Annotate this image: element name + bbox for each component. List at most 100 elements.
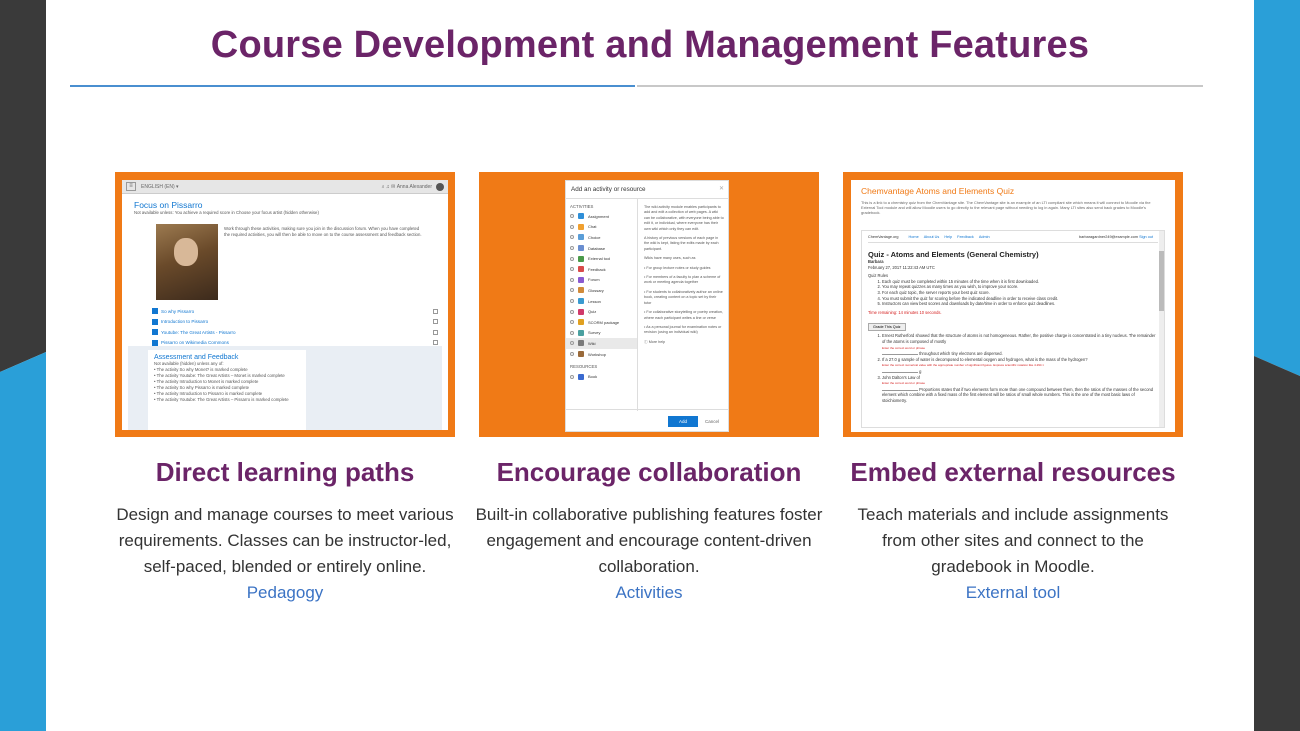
description-paragraph: • For collaborative storytelling or poet… (644, 310, 723, 320)
activity-icon (578, 298, 584, 305)
radio-icon[interactable] (570, 277, 574, 282)
modal-footer: Add Cancel (566, 409, 728, 431)
activities-link[interactable]: Activities (479, 580, 819, 606)
nav-item[interactable]: About Us (924, 235, 940, 239)
description-paragraph: Wikis have many uses, such as (644, 256, 696, 261)
activity-option[interactable]: External tool (566, 253, 637, 264)
course-section-card: Focus on Pissarro Not available unless: … (128, 196, 442, 346)
answer-input[interactable] (882, 369, 918, 373)
radio-icon[interactable] (570, 224, 574, 229)
external-tool-link[interactable]: External tool (843, 580, 1183, 606)
search-icon[interactable]: ⌕ (382, 184, 385, 190)
activity-link[interactable]: Youtube: The Great Artists - Pissarro (152, 327, 438, 338)
activity-option[interactable]: Glossary (566, 285, 637, 296)
quiz-question: If a 27.0 g sample of water is decompose… (882, 357, 1158, 375)
resources-section-label: RESOURCES (570, 364, 598, 370)
grade-quiz-button[interactable]: Grade This Quiz (868, 323, 906, 332)
cancel-button[interactable]: Cancel (700, 416, 724, 427)
answer-input[interactable] (882, 387, 918, 391)
activity-option[interactable]: Forum (566, 275, 637, 286)
activity-link[interactable]: Introduction to Pissarro (152, 317, 438, 328)
modal-header: Add an activity or resource ✕ (566, 181, 728, 199)
scrollbar-thumb[interactable] (1159, 251, 1164, 311)
activity-option[interactable]: Assignment (566, 211, 637, 222)
activity-option[interactable]: Workshop (566, 349, 637, 360)
radio-icon[interactable] (570, 214, 574, 219)
activity-option[interactable]: Feedback (566, 264, 637, 275)
radio-icon[interactable] (570, 256, 574, 261)
radio-icon[interactable] (570, 330, 574, 335)
activity-option-label: Lesson (588, 298, 601, 304)
activity-option-label: Assignment (588, 213, 609, 219)
radio-icon[interactable] (570, 299, 574, 304)
question-text: If a 27.0 g sample of water is decompose… (882, 356, 1088, 362)
description-paragraph: • As a personal journal for examination … (644, 324, 722, 335)
radio-icon[interactable] (570, 309, 574, 314)
activity-option-label: Forum (588, 277, 600, 283)
activity-link[interactable]: Pissarro on Wikimedia Commons (152, 338, 438, 349)
quiz-site-brand[interactable]: ChemVantage.org (868, 235, 899, 239)
activity-icon (578, 255, 584, 262)
radio-icon[interactable] (570, 352, 574, 357)
radio-icon[interactable] (570, 320, 574, 325)
message-icon[interactable]: ✉ (391, 184, 395, 190)
completion-checkbox[interactable] (433, 319, 438, 325)
activity-option[interactable]: Chat (566, 222, 637, 233)
user-name[interactable]: Anna Alexander (397, 184, 432, 190)
completion-checkbox[interactable] (433, 308, 438, 314)
activity-icon (578, 329, 584, 336)
activity-option[interactable]: Choice (566, 232, 637, 243)
course-section-title[interactable]: Focus on Pissarro (134, 200, 436, 210)
radio-icon[interactable] (570, 374, 574, 379)
sign-out-link[interactable]: Sign out (1139, 235, 1153, 239)
activity-option[interactable]: Database (566, 243, 637, 254)
close-icon[interactable]: ✕ (719, 185, 724, 192)
collaboration-screenshot: Add an activity or resource ✕ ACTIVITIES… (479, 172, 819, 437)
activity-option-label: Feedback (588, 266, 606, 272)
pedagogy-link[interactable]: Pedagogy (115, 580, 455, 606)
answer-input[interactable] (882, 351, 918, 356)
nav-item[interactable]: Home (909, 235, 919, 239)
nav-item[interactable]: Admin (979, 235, 990, 239)
radio-icon[interactable] (570, 246, 574, 251)
radio-icon[interactable] (570, 341, 574, 346)
activity-option[interactable]: Wiki (566, 338, 637, 349)
quiz-navbar: ChemVantage.org Home About Us Help Feedb… (868, 235, 1158, 243)
completion-checkbox[interactable] (433, 329, 438, 335)
notification-icon[interactable]: ♫ (386, 184, 390, 190)
radio-icon[interactable] (570, 288, 574, 293)
radio-icon[interactable] (570, 267, 574, 272)
activity-option[interactable]: Lesson (566, 296, 637, 307)
user-email: barbaragardner249@example.com (1079, 235, 1138, 239)
nav-item[interactable]: Feedback (957, 235, 974, 239)
modal-title: Add an activity or resource (571, 186, 646, 193)
portrait-face (174, 238, 198, 266)
radio-icon[interactable] (570, 235, 574, 240)
page-title: Course Development and Management Featur… (210, 24, 1090, 66)
add-button[interactable]: Add (668, 416, 698, 427)
activity-option[interactable]: Quiz (566, 306, 637, 317)
question-text: John Dalton's Law of (882, 374, 920, 380)
scrollbar[interactable] (1159, 231, 1164, 427)
activity-option-label: Wiki (588, 340, 596, 346)
feature-external-resources: Chemvantage Atoms and Elements Quiz This… (843, 172, 1183, 606)
activity-option[interactable]: Survey (566, 328, 637, 339)
question-hint: Enter the correct word or phrase (882, 381, 926, 386)
activity-option[interactable]: SCORM package (566, 317, 637, 328)
resource-option[interactable]: Book (566, 371, 637, 382)
embedded-quiz-frame[interactable]: ChemVantage.org Home About Us Help Feedb… (861, 230, 1165, 428)
feature-description: Teach materials and include assignments … (857, 505, 1169, 576)
feature-learning-paths: ≡ ENGLISH (EN) ▾ ⌕ ♫ ✉ Anna Alexander Fo… (115, 172, 455, 606)
assessment-section-title[interactable]: Assessment and Feedback (154, 354, 300, 361)
language-menu[interactable]: ENGLISH (EN) ▾ (141, 184, 179, 190)
description-paragraph: ⓘ More help (644, 339, 666, 344)
quiz-date: February 27, 2017 11:22:43 AM UTC (868, 264, 935, 270)
feature-description: Built-in collaborative publishing featur… (475, 505, 823, 576)
avatar[interactable] (436, 182, 444, 191)
menu-icon[interactable]: ≡ (126, 182, 136, 191)
restriction-note: Not available unless: You achieve a requ… (134, 210, 319, 215)
completion-checkbox[interactable] (433, 340, 438, 346)
url-icon (152, 339, 158, 346)
activity-link[interactable]: So why Pissarro (152, 306, 438, 317)
nav-item[interactable]: Help (944, 235, 952, 239)
